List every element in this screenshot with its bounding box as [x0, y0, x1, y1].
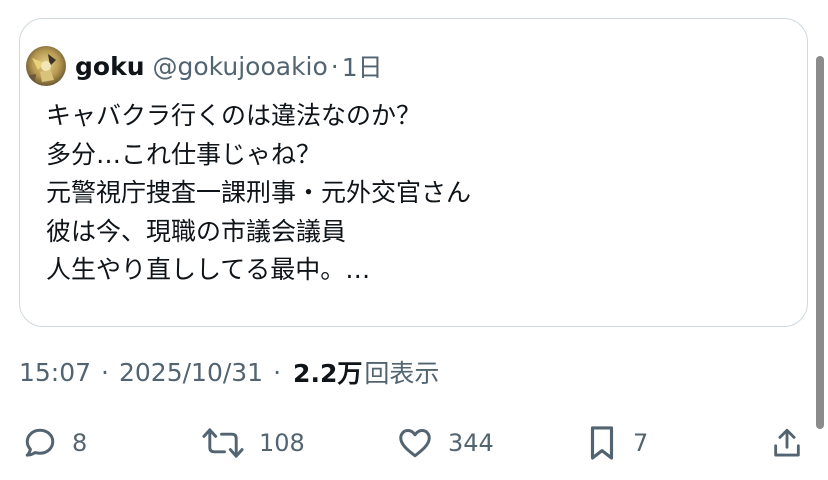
text-line: キャバクラ行くのは違法なのか？ — [46, 101, 422, 130]
text-line: 人生やり直ししてる最中。… — [46, 255, 371, 284]
meta-separator: · — [273, 357, 282, 387]
bookmark-icon — [590, 426, 614, 460]
reply-icon — [25, 428, 55, 457]
post-meta: 15:07 · 2025/10/31 · 2.2万 回表示 — [19, 352, 439, 392]
views-count[interactable]: 2.2万 — [293, 354, 362, 390]
quoted-post-header: goku @gokujooakio · 1日 — [26, 44, 383, 88]
share-icon — [774, 428, 800, 457]
quoted-post-text: キャバクラ行くのは違法なのか？ 多分…これ仕事じゃね？ 元警視庁捜査一課刑事・元… — [46, 97, 786, 290]
views-label: 回表示 — [364, 359, 440, 388]
post-time[interactable]: 15:07 — [19, 358, 91, 387]
meta-separator: · — [101, 357, 109, 387]
like-button[interactable]: 344 — [396, 418, 494, 468]
header-separator: · — [330, 51, 339, 81]
bookmark-count: 7 — [633, 429, 649, 457]
text-line: 多分…これ仕事じゃね？ — [46, 139, 322, 169]
post-relative-time[interactable]: 1日 — [342, 48, 383, 84]
post-detail: goku @gokujooakio · 1日 キャバクラ行くのは違法なのか？ 多… — [0, 0, 828, 480]
repost-button[interactable]: 108 — [201, 418, 305, 468]
repost-icon — [202, 428, 244, 458]
reply-count: 8 — [72, 429, 88, 457]
bookmark-button[interactable]: 7 — [585, 418, 648, 468]
repost-count: 108 — [259, 429, 305, 457]
share-button[interactable] — [770, 418, 804, 468]
text-line: 元警視庁捜査一課刑事・元外交官さん — [46, 178, 472, 207]
heart-icon — [399, 429, 431, 458]
post-date[interactable]: 2025/10/31 — [119, 358, 263, 387]
text-line: 彼は今、現職の市議会議員 — [46, 216, 347, 246]
scrollbar-thumb[interactable] — [816, 56, 824, 429]
reply-button[interactable]: 8 — [22, 418, 87, 468]
like-count: 344 — [448, 429, 494, 457]
author-avatar[interactable] — [26, 46, 66, 86]
action-bar: 8 108 344 7 — [0, 418, 828, 468]
author-handle[interactable]: @gokujooakio — [153, 52, 328, 81]
author-name[interactable]: goku — [75, 52, 145, 81]
